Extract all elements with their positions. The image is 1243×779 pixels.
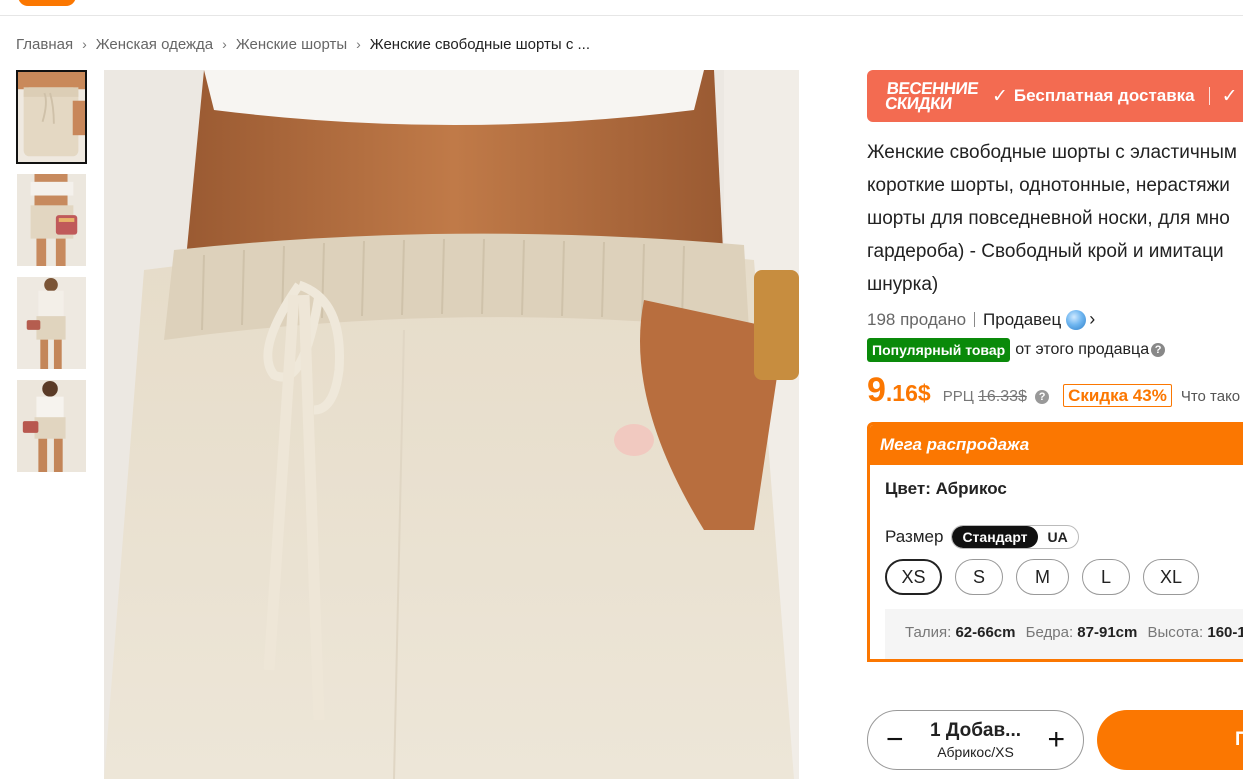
seller-globe-icon[interactable] xyxy=(1066,309,1087,330)
quantity-stepper: − 1 Добав... Абрикос/XS + xyxy=(867,710,1084,770)
top-bar xyxy=(0,0,1243,16)
quantity-display[interactable]: 1 Добав... Абрикос/XS xyxy=(930,720,1021,760)
size-row: Размер Стандарт UA xyxy=(885,525,1243,549)
discount-badge: Скидка 43% xyxy=(1063,384,1172,407)
size-option-xs[interactable]: XS xyxy=(885,559,942,595)
hips-label: Бедра: xyxy=(1025,624,1074,641)
checkmark-icon: ✓ xyxy=(1221,85,1238,107)
product-title: Женские свободные шорты с эластичным кор… xyxy=(867,136,1243,301)
breadcrumb-separator-icon: › xyxy=(222,36,227,52)
price-fraction: .16$ xyxy=(885,380,931,406)
thumbnail-image xyxy=(17,380,86,472)
size-option-s[interactable]: S xyxy=(955,559,1003,595)
cart-row: − 1 Добав... Абрикос/XS + П xyxy=(867,710,1243,770)
product-title-line: Женские свободные шорты с эластичным xyxy=(867,142,1237,163)
quantity-label: 1 Добав... xyxy=(929,720,1022,741)
sold-seller-row: 198 продано Продавец › xyxy=(867,309,1243,330)
product-photo xyxy=(104,70,799,779)
size-option-xl[interactable]: XL xyxy=(1143,559,1199,595)
size-option-m[interactable]: M xyxy=(1016,559,1069,595)
thumbnail-image xyxy=(17,277,86,369)
what-is-link[interactable]: Что тако xyxy=(1181,388,1240,405)
price-integer: 9 xyxy=(867,371,886,409)
popular-badge: Популярный товар xyxy=(867,338,1011,362)
size-options: XS S M L XL xyxy=(885,559,1243,595)
divider xyxy=(974,312,976,327)
thumbnail-image xyxy=(17,174,86,266)
thumbnail-2[interactable] xyxy=(16,173,87,267)
size-label: Размер xyxy=(885,527,944,546)
height-value: 160-1 xyxy=(1207,624,1243,641)
breadcrumb: Главная › Женская одежда › Женские шорты… xyxy=(16,34,590,54)
chevron-right-icon[interactable]: › xyxy=(1089,309,1095,330)
spring-sale-line2: СКИДКИ xyxy=(884,94,953,113)
color-label: Цвет: Абрикос xyxy=(885,479,1007,498)
variant-label: Абрикос/XS xyxy=(937,744,1014,760)
minus-button[interactable]: − xyxy=(886,725,904,755)
site-logo[interactable] xyxy=(18,0,76,6)
thumbnail-4[interactable] xyxy=(16,379,87,473)
product-title-line: шнурка) xyxy=(867,274,939,295)
size-system-toggle: Стандарт UA xyxy=(951,525,1079,549)
thumbnail-image xyxy=(18,72,85,162)
help-icon[interactable]: ? xyxy=(1035,390,1050,405)
breadcrumb-womens-shorts[interactable]: Женские шорты xyxy=(236,36,347,53)
spring-sale-label: ВЕСЕННИЕ СКИДКИ xyxy=(884,79,979,113)
popular-row: Популярный товар от этого продавца ? xyxy=(867,338,1243,362)
waist-label: Талия: xyxy=(905,624,952,641)
rrp-label: РРЦ xyxy=(942,388,974,405)
product-info-panel: ВЕСЕННИЕ СКИДКИ ✓ Бесплатная доставка ✓ … xyxy=(867,70,1243,779)
add-to-cart-button[interactable]: П xyxy=(1097,710,1243,770)
rrp-value: 16.33$ xyxy=(977,388,1027,405)
price-row: 9 .16$ РРЦ 16.33$ ? Скидка 43% Что тако xyxy=(867,372,1243,408)
seller-link[interactable]: Продавец xyxy=(983,310,1061,330)
product-main-image[interactable] xyxy=(104,70,799,779)
thumbnail-list xyxy=(16,70,88,482)
waist-value: 62-66cm xyxy=(955,624,1016,641)
thumbnail-1[interactable] xyxy=(16,70,87,164)
size-system-ua[interactable]: UA xyxy=(1038,526,1078,548)
thumbnail-3[interactable] xyxy=(16,276,87,370)
free-delivery-label: Бесплатная доставка xyxy=(1013,86,1195,105)
mega-sale-title: Мега распродажа xyxy=(870,425,1243,465)
product-title-line: короткие шорты, однотонные, нерастяжи xyxy=(867,175,1230,196)
mega-sale-box: Мега распродажа Цвет: Абрикос Размер Ста… xyxy=(867,422,1243,662)
size-measurements: Талия: 62-66cm Бедра: 87-91cm Высота: 16… xyxy=(885,609,1243,659)
hips-value: 87-91cm xyxy=(1077,624,1138,641)
breadcrumb-current: Женские свободные шорты с ... xyxy=(369,35,590,53)
sold-count: 198 продано xyxy=(867,309,967,329)
rrp: РРЦ 16.33$ ? xyxy=(942,388,1050,406)
size-system-standard[interactable]: Стандарт xyxy=(952,526,1038,548)
popular-from-seller: от этого продавца xyxy=(1015,341,1150,358)
product-title-line: гардероба) - Свободный крой и имитаци xyxy=(867,241,1224,262)
help-icon[interactable]: ? xyxy=(1151,343,1166,357)
breadcrumb-womens-clothing[interactable]: Женская одежда xyxy=(96,36,213,53)
promo-banner[interactable]: ВЕСЕННИЕ СКИДКИ ✓ Бесплатная доставка ✓ xyxy=(867,70,1243,122)
breadcrumb-separator-icon: › xyxy=(82,36,87,52)
plus-button[interactable]: + xyxy=(1047,725,1065,755)
mega-sale-body: Цвет: Абрикос Размер Стандарт UA XS S M … xyxy=(870,479,1243,659)
breadcrumb-home[interactable]: Главная xyxy=(16,36,73,53)
product-title-line: шорты для повседневной носки, для мно xyxy=(867,208,1230,229)
breadcrumb-separator-icon: › xyxy=(356,36,361,52)
checkmark-icon: ✓ xyxy=(992,85,1008,107)
size-option-l[interactable]: L xyxy=(1082,559,1130,595)
promo-divider xyxy=(1208,87,1210,105)
height-label: Высота: xyxy=(1147,624,1204,641)
